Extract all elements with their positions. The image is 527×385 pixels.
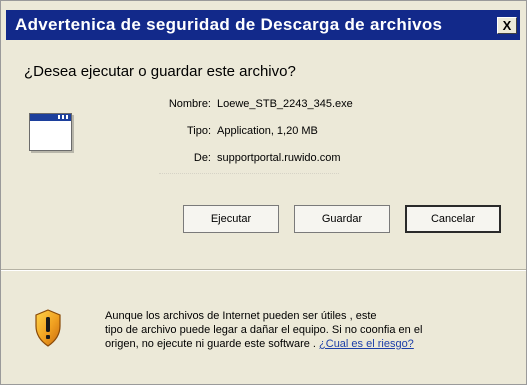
download-security-dialog: Advertenica de seguridad de Descarga de … xyxy=(0,0,527,385)
warning-line: Aunque los archivos de Internet pueden s… xyxy=(105,310,377,322)
file-type-value: Application, 1,20 MB xyxy=(217,125,318,137)
security-shield-icon xyxy=(35,309,61,347)
close-button[interactable]: X xyxy=(497,17,517,34)
cancel-button[interactable]: Cancelar xyxy=(405,205,501,233)
warning-line: origen, no ejecute ni guarde este softwa… xyxy=(105,337,435,351)
divider xyxy=(159,173,339,177)
warning-line: tipo de archivo puede legar a dañar el e… xyxy=(105,324,423,336)
file-type-label: Tipo: xyxy=(186,125,211,137)
warning-line-text: origen, no ejecute ni guarde este softwa… xyxy=(105,338,320,350)
section-separator xyxy=(1,269,526,271)
file-source-value: supportportal.ruwido.com xyxy=(217,152,341,164)
save-button[interactable]: Guardar xyxy=(294,205,390,233)
warning-message: Aunque los archivos de Internet pueden s… xyxy=(105,309,435,351)
title-bar[interactable]: Advertenica de seguridad de Descarga de … xyxy=(6,10,520,40)
file-name-label: Nombre: xyxy=(168,98,211,110)
dialog-title: Advertenica de seguridad de Descarga de … xyxy=(15,15,443,34)
risk-link[interactable]: ¿Cual es el riesgo? xyxy=(319,338,414,350)
run-button[interactable]: Ejecutar xyxy=(183,205,279,233)
file-name-value: Loewe_STB_2243_345.exe xyxy=(217,98,353,110)
dialog-question: ¿Desea ejecutar o guardar este archivo? xyxy=(24,63,296,80)
file-source-label: De: xyxy=(193,152,211,164)
